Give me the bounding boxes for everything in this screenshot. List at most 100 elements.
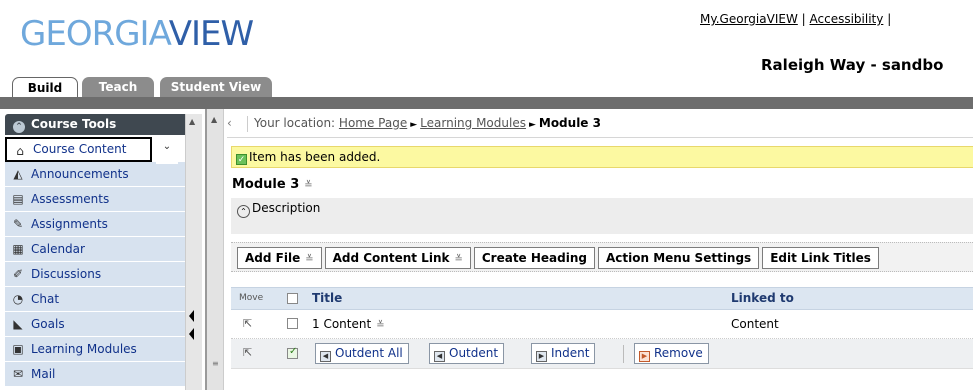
bulk-actions-row: ⇱ ◀ Outdent All ◀ Outdent ▶ Indent ▶ Remove — [231, 339, 973, 369]
collapse-left-icon[interactable] — [189, 328, 194, 340]
indent-icon: ▶ — [536, 351, 547, 362]
goals-icon: ◣ — [13, 317, 23, 331]
breadcrumb-divider — [247, 115, 248, 132]
tab-student-view[interactable]: Student View — [160, 77, 272, 97]
column-title[interactable]: Title — [312, 288, 342, 309]
checked-checkbox-icon — [287, 346, 298, 359]
action-menu-icon[interactable]: ≚ — [304, 180, 312, 191]
sidebar-item-course-content[interactable]: ⌂ Course Content — [5, 137, 152, 162]
breadcrumb-arrow-icon: ► — [528, 120, 536, 130]
back-arrow-icon[interactable]: ‹ — [227, 112, 241, 134]
breadcrumb-home-link[interactable]: Home Page — [339, 116, 407, 130]
course-tools-list: ⌂ Course Content ◭ Announcements ▤ Asses… — [5, 137, 185, 387]
check-icon: ✓ — [236, 154, 247, 165]
outdent-icon: ◀ — [434, 351, 445, 362]
header-divider — [0, 97, 973, 109]
column-linked-to[interactable]: Linked to — [731, 288, 794, 309]
sidebar-item-discussions[interactable]: ✐ Discussions — [5, 262, 185, 287]
indent-button[interactable]: ▶ Indent — [531, 343, 596, 364]
tab-teach[interactable]: Teach — [82, 77, 154, 97]
scroll-up-icon[interactable]: ▲ — [189, 117, 195, 126]
outdent-all-button[interactable]: ◀ Outdent All — [315, 343, 409, 364]
add-file-button[interactable]: Add File ≚ — [237, 247, 322, 269]
create-heading-button[interactable]: Create Heading — [473, 247, 595, 269]
breadcrumb-prefix: Your location: — [254, 116, 336, 130]
course-tools-header[interactable]: ⌃ Course Tools — [5, 114, 198, 135]
main-content: ▲ ≡ ‹ Your location: Home Page ► Learning M… — [205, 109, 973, 390]
sidebar-item-assignments[interactable]: ✎ Assignments — [5, 212, 185, 237]
status-message-text: Item has been added. — [249, 150, 381, 164]
discussion-icon: ✐ — [12, 267, 24, 281]
add-content-link-button[interactable]: Add Content Link ≚ — [324, 247, 471, 269]
accessibility-link[interactable]: Accessibility — [810, 12, 884, 26]
sidebar-item-chat[interactable]: ◔ Chat — [5, 287, 185, 312]
breadcrumb-current: Module 3 — [538, 116, 601, 130]
collapse-icon[interactable]: ⌃ — [13, 121, 25, 133]
dropdown-icon: ≚ — [454, 254, 463, 265]
link-separator: | — [801, 12, 806, 26]
sidebar-item-label: Chat — [31, 292, 60, 306]
outdent-label: Outdent — [449, 346, 499, 360]
tab-build[interactable]: Build — [12, 77, 78, 98]
main-scrollbar[interactable]: ▲ ≡ — [207, 109, 224, 390]
module-title-text: Module 3 — [232, 177, 300, 192]
description-label[interactable]: Description — [252, 201, 320, 215]
scroll-grip-icon[interactable]: ≡ — [212, 359, 219, 368]
move-handle-icon[interactable]: ⇱ — [243, 310, 252, 338]
assignment-icon: ✎ — [12, 217, 24, 231]
row-checkbox[interactable] — [287, 318, 298, 329]
select-all-checkbox[interactable] — [287, 293, 298, 304]
scroll-up-icon[interactable]: ▲ — [211, 115, 217, 124]
course-tools-panel: ⌃ Course Tools ⌂ Course Content ◭ Announc… — [5, 114, 203, 390]
table-header: Move Title Linked to — [231, 287, 973, 310]
column-move: Move — [239, 293, 264, 303]
remove-button[interactable]: ▶ Remove — [634, 343, 709, 364]
collapse-icon[interactable]: ⌃ — [237, 205, 250, 218]
row-linked-to: Content — [731, 317, 779, 331]
logo-text-georgia: GEORGIA — [20, 14, 170, 54]
calendar-icon: ▦ — [12, 242, 24, 256]
outdent-all-icon: ◀ — [320, 351, 331, 362]
sidebar-item-label: Discussions — [31, 267, 102, 281]
sidebar-item-label: Course Content — [33, 142, 127, 156]
edit-link-titles-button[interactable]: Edit Link Titles — [762, 247, 879, 269]
sidebar-item-announcements[interactable]: ◭ Announcements — [5, 162, 185, 187]
sidebar-item-assessments[interactable]: ▤ Assessments — [5, 187, 185, 212]
collapse-left-icon[interactable] — [189, 310, 194, 322]
panel-splitter[interactable] — [189, 310, 195, 360]
breadcrumb-arrow-icon: ► — [410, 120, 418, 130]
sidebar-item-mail[interactable]: ✉ Mail — [5, 362, 185, 387]
chat-bubble-icon: ◔ — [12, 292, 24, 306]
content-toolbar: Add File ≚ Add Content Link ≚ Create Heading… — [231, 242, 973, 272]
georgiaview-logo: GEORGIAVIEW — [20, 14, 254, 54]
divider — [227, 137, 973, 138]
course-tools-title: Course Tools — [31, 117, 117, 131]
sidebar-item-label: Calendar — [31, 242, 85, 256]
add-content-link-label: Add Content Link — [332, 251, 450, 265]
action-menu-settings-button[interactable]: Action Menu Settings — [598, 247, 760, 269]
outdent-all-label: Outdent All — [335, 346, 403, 360]
sidebar-item-label: Assignments — [31, 217, 108, 231]
sidebar-item-label: Goals — [31, 317, 65, 331]
table-row: ⇱ 1 Content ≚ Content — [231, 310, 973, 339]
remove-icon: ▶ — [639, 351, 650, 362]
course-content-menu-icon[interactable]: ⌄ — [156, 139, 178, 164]
sidebar-item-goals[interactable]: ◣ Goals — [5, 312, 185, 337]
content-item-link[interactable]: 1 Content — [312, 317, 371, 331]
action-menu-icon[interactable]: ≚ — [376, 312, 384, 340]
sidebar-item-calendar[interactable]: ▦ Calendar — [5, 237, 185, 262]
link-separator: | — [887, 12, 892, 26]
move-handle-icon: ⇱ — [243, 346, 253, 359]
sidebar-item-label: Mail — [31, 367, 56, 381]
sidebar-item-learning-modules[interactable]: ▣ Learning Modules — [5, 337, 185, 362]
breadcrumb-learning-modules-link[interactable]: Learning Modules — [420, 116, 526, 130]
megaphone-icon: ◭ — [13, 167, 23, 181]
outdent-button[interactable]: ◀ Outdent — [429, 343, 505, 364]
course-title: Raleigh Way - sandbo — [761, 56, 944, 74]
house-icon: ⌂ — [16, 144, 24, 158]
sidebar-item-label: Assessments — [31, 192, 110, 206]
content-table: Move Title Linked to ⇱ 1 Content ≚ Conten… — [231, 287, 973, 390]
header: GEORGIAVIEW My.GeorgiaVIEW | Accessibili… — [0, 0, 973, 98]
top-links: My.GeorgiaVIEW | Accessibility | — [700, 12, 891, 26]
my-georgiaview-link[interactable]: My.GeorgiaVIEW — [700, 12, 798, 26]
